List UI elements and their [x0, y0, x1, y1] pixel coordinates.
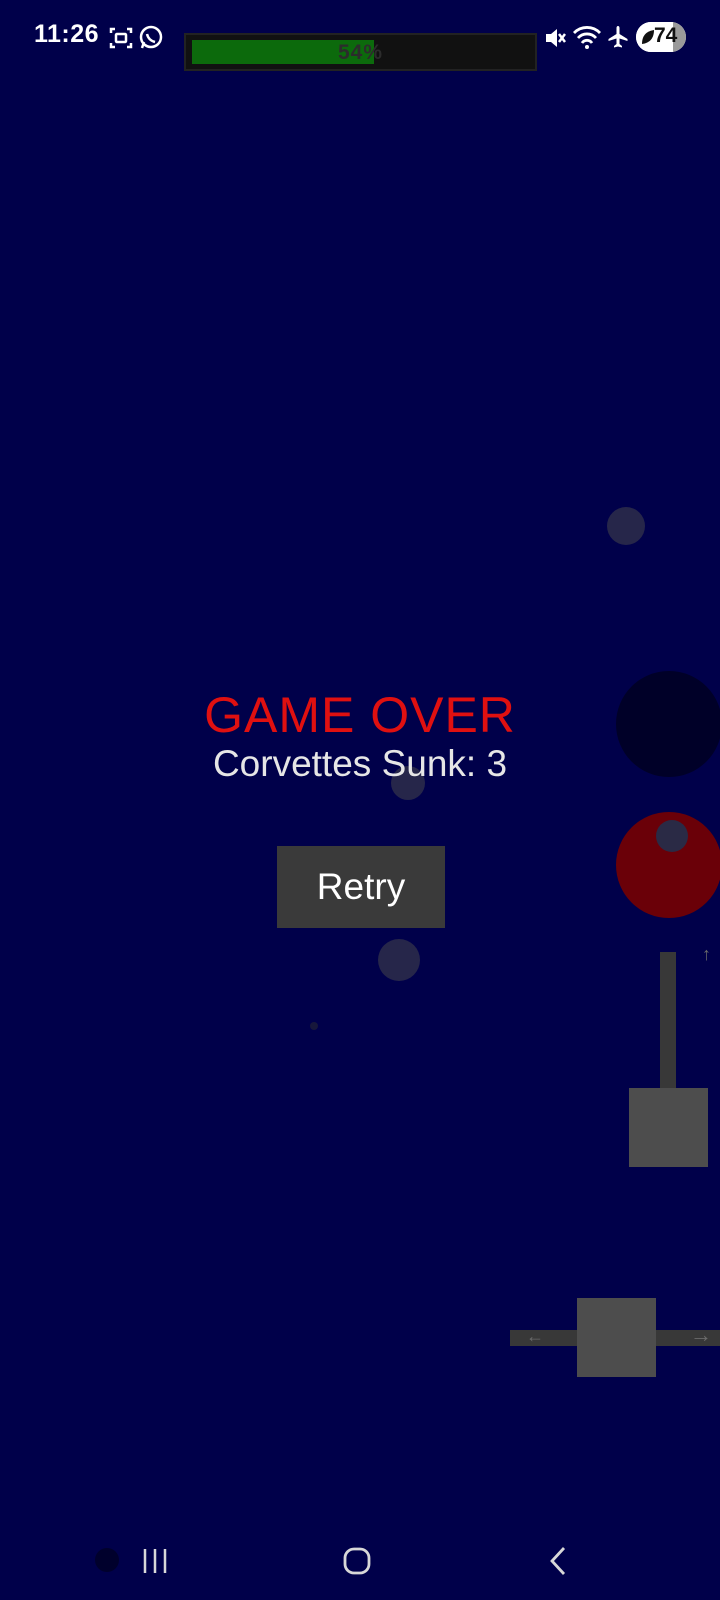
back-icon — [550, 1547, 566, 1575]
back-button[interactable] — [546, 1545, 570, 1577]
home-icon — [343, 1547, 371, 1575]
home-button[interactable] — [342, 1546, 372, 1576]
up-arrow-icon: ↑ — [702, 944, 711, 964]
whatsapp-icon — [139, 25, 163, 49]
game-over-title: GAME OVER — [204, 687, 516, 743]
status-time: 11:26 — [34, 20, 100, 48]
bubble — [656, 820, 688, 852]
progress-label: 54% — [337, 41, 384, 64]
game-screen: 11:26 74 54% GAME OVER Corvettes Sunk: 3… — [0, 0, 720, 1600]
battery-level: 74 — [654, 24, 678, 47]
vertical-control-track[interactable] — [660, 952, 676, 1102]
vertical-control-handle[interactable] — [629, 1088, 708, 1167]
wifi-icon — [572, 26, 602, 49]
bubble — [310, 1022, 318, 1030]
airplane-icon — [608, 26, 628, 48]
right-arrow-icon: → — [690, 1322, 712, 1347]
screenshot-icon — [109, 27, 133, 49]
nav-dot — [95, 1548, 119, 1572]
bubble — [378, 939, 420, 981]
left-arrow-icon: ← — [526, 1326, 544, 1346]
mute-icon — [546, 29, 566, 47]
score-text: Corvettes Sunk: 3 — [212, 743, 508, 784]
horizontal-control-handle[interactable] — [577, 1298, 656, 1377]
progress-bar: 54% — [184, 33, 537, 71]
recents-button[interactable] — [140, 1546, 170, 1576]
recents-icon — [143, 1549, 167, 1573]
bubble — [607, 507, 645, 545]
retry-button[interactable]: Retry — [277, 846, 445, 928]
